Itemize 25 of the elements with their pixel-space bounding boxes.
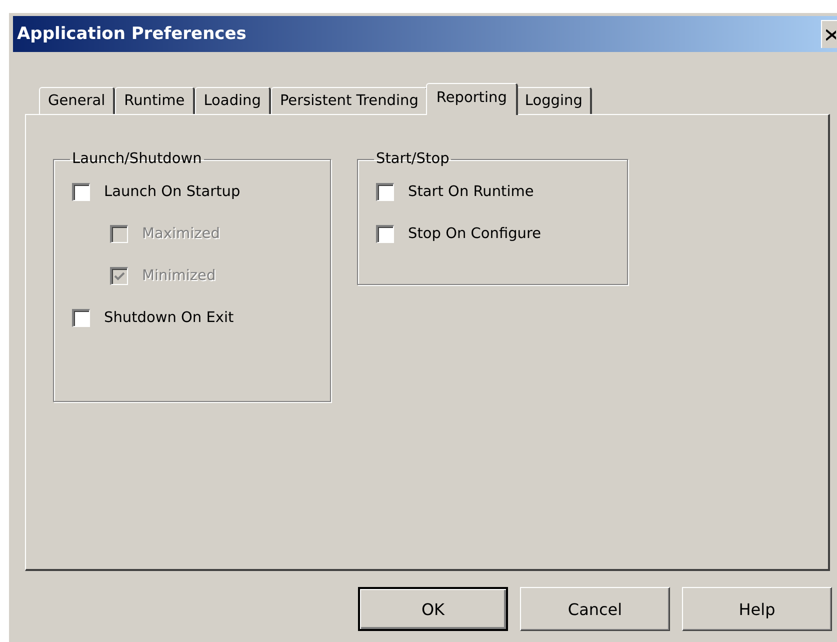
dialog-button[interactable]: Help	[682, 587, 832, 631]
dialog-button[interactable]: Cancel	[520, 587, 670, 631]
group-title: Launch/Shutdown	[71, 151, 203, 167]
checkbox[interactable]	[72, 309, 90, 327]
checkmark-icon	[114, 271, 125, 282]
window-title: Application Preferences	[17, 24, 246, 44]
checkbox-label: Launch On Startup	[104, 184, 240, 200]
checkbox-label: Maximized	[142, 226, 220, 242]
checkbox-label: Start On Runtime	[408, 184, 534, 200]
tab[interactable]: Logging	[516, 87, 592, 114]
checkbox[interactable]	[376, 183, 394, 201]
tab[interactable]: Persistent Trending	[270, 87, 428, 114]
tab[interactable]: Reporting	[426, 83, 518, 115]
tab[interactable]: Loading	[194, 87, 271, 114]
dialog-button[interactable]: OK	[358, 587, 508, 631]
checkbox-label: Shutdown On Exit	[104, 310, 234, 326]
tab[interactable]: General	[39, 87, 116, 114]
checkbox[interactable]	[72, 183, 90, 201]
checkbox-label: Minimized	[142, 268, 216, 284]
tab[interactable]: Runtime	[115, 87, 195, 114]
close-icon	[826, 28, 836, 40]
checkbox[interactable]	[376, 225, 394, 243]
close-button[interactable]	[821, 20, 837, 48]
group-title: Start/Stop	[375, 151, 450, 167]
checkbox-label: Stop On Configure	[408, 226, 542, 242]
